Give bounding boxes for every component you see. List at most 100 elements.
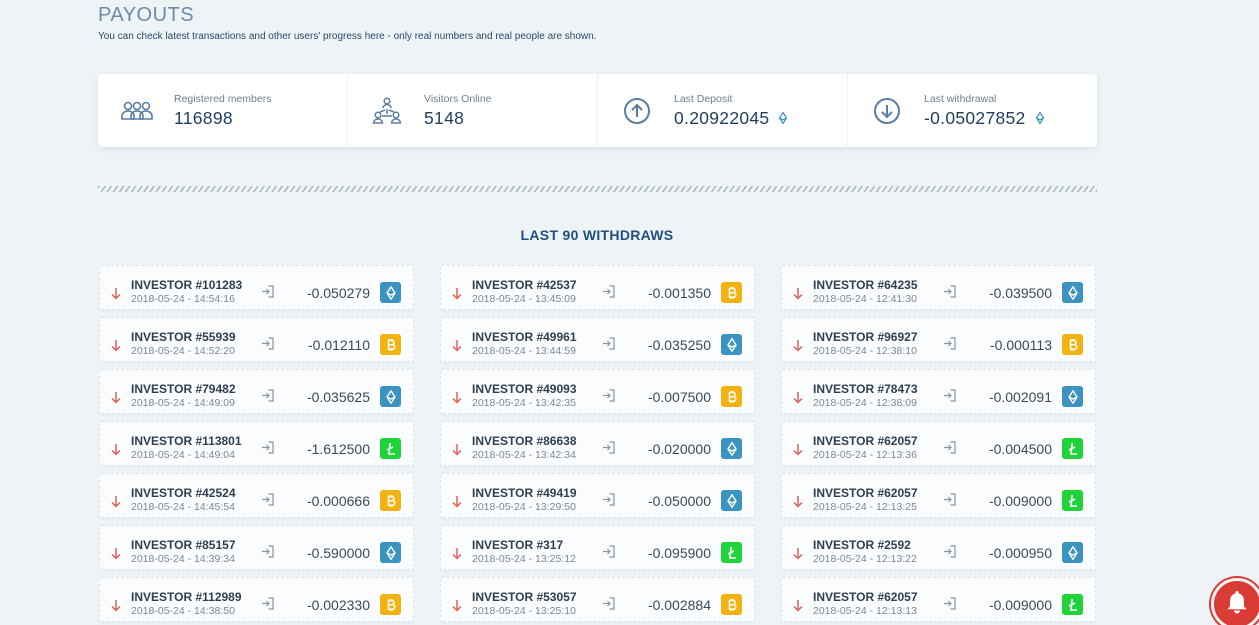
- withdraw-amount: -0.002884: [647, 597, 711, 613]
- withdraw-date: 2018-05-24 - 14:49:04: [131, 449, 235, 461]
- withdraw-amount: -0.007500: [647, 389, 711, 405]
- stat-last-deposit: Last Deposit 0.20922045: [598, 74, 848, 147]
- withdraw-date: 2018-05-24 - 12:13:25: [813, 501, 917, 513]
- investor-name: INVESTOR #64235: [813, 278, 918, 292]
- withdraw-row: INVESTOR #55939 2018-05-24 - 14:52:20 -0.0…: [99, 317, 414, 362]
- login-icon: [261, 493, 274, 506]
- withdraw-date: 2018-05-24 - 12:13:36: [813, 449, 917, 461]
- login-icon: [943, 493, 956, 506]
- login-icon: [602, 337, 615, 350]
- withdraw-amount: -0.009000: [988, 597, 1052, 613]
- withdraw-date: 2018-05-24 - 13:42:35: [472, 397, 576, 409]
- withdraw-amount: -1.612500: [306, 441, 370, 457]
- arrow-down-icon: [111, 495, 121, 508]
- withdraw-row: INVESTOR #112989 2018-05-24 - 14:38:50 -0.…: [99, 577, 414, 622]
- arrow-down-icon: [452, 599, 462, 612]
- withdraw-date: 2018-05-24 - 13:25:12: [472, 553, 576, 565]
- withdraw-row: INVESTOR #42537 2018-05-24 - 13:45:09 -0.0…: [440, 265, 755, 310]
- withdraw-date: 2018-05-24 - 14:54:16: [131, 293, 235, 305]
- investor-name: INVESTOR #78473: [813, 382, 918, 396]
- withdraw-date: 2018-05-24 - 12:38:09: [813, 397, 917, 409]
- ltc-coin-icon: [1062, 490, 1083, 511]
- ltc-coin-icon: [1062, 438, 1083, 459]
- investor-name: INVESTOR #113801: [131, 434, 242, 448]
- withdraw-amount: -0.012110: [307, 337, 370, 353]
- arrow-down-icon: [793, 287, 803, 300]
- withdraw-row: INVESTOR #113801 2018-05-24 - 14:49:04 -1.…: [99, 421, 414, 466]
- login-icon: [943, 337, 956, 350]
- investor-name: INVESTOR #49419: [472, 486, 577, 500]
- stat-visitors-online: Visitors Online 5148: [348, 74, 598, 147]
- btc-coin-icon: [721, 282, 742, 303]
- ltc-coin-icon: [380, 438, 401, 459]
- investor-name: INVESTOR #2592: [813, 538, 911, 552]
- withdraw-amount: -0.095900: [647, 545, 711, 561]
- arrow-down-icon: [111, 287, 121, 300]
- withdraw-date: 2018-05-24 - 14:52:20: [131, 345, 235, 357]
- login-icon: [943, 389, 956, 402]
- eth-coin-icon: [380, 542, 401, 563]
- withdraw-date: 2018-05-24 - 13:25:10: [472, 605, 576, 617]
- investor-name: INVESTOR #42537: [472, 278, 577, 292]
- withdraw-row: INVESTOR #64235 2018-05-24 - 12:41:30 -0.0…: [781, 265, 1096, 310]
- eth-coin-icon: [1062, 542, 1083, 563]
- investor-name: INVESTOR #85157: [131, 538, 236, 552]
- withdraw-row: INVESTOR #42524 2018-05-24 - 14:45:54 -0.0…: [99, 473, 414, 518]
- arrow-down-icon: [452, 547, 462, 560]
- withdraw-row: INVESTOR #317 2018-05-24 - 13:25:12 -0.095…: [440, 525, 755, 570]
- investor-name: INVESTOR #42524: [131, 486, 236, 500]
- stat-value: 0.20922045: [674, 108, 788, 129]
- stat-label: Last withdrawal: [924, 92, 997, 105]
- arrow-down-icon: [111, 547, 121, 560]
- withdraw-amount: -0.009000: [988, 493, 1052, 509]
- investor-name: INVESTOR #86638: [472, 434, 577, 448]
- eth-coin-icon: [721, 334, 742, 355]
- withdraws-column-2: INVESTOR #42537 2018-05-24 - 13:45:09 -0.0…: [440, 265, 755, 625]
- eth-coin-icon: [1062, 386, 1083, 407]
- investor-name: INVESTOR #55939: [131, 330, 236, 344]
- arrow-down-icon: [793, 339, 803, 352]
- arrow-down-circle-icon: [870, 94, 904, 128]
- notification-bell-button[interactable]: [1211, 578, 1259, 625]
- withdraw-row: INVESTOR #96927 2018-05-24 - 12:38:10 -0.0…: [781, 317, 1096, 362]
- stats-panel: Registered members 116898 Visitors Onlin…: [98, 74, 1097, 147]
- eth-coin-icon: [721, 438, 742, 459]
- login-icon: [943, 285, 956, 298]
- arrow-down-icon: [793, 391, 803, 404]
- login-icon: [261, 545, 274, 558]
- login-icon: [261, 597, 274, 610]
- withdraw-row: INVESTOR #49093 2018-05-24 - 13:42:35 -0.0…: [440, 369, 755, 414]
- network-icon: [370, 94, 404, 128]
- arrow-down-icon: [452, 287, 462, 300]
- withdraw-row: INVESTOR #62057 2018-05-24 - 12:13:36 -0.0…: [781, 421, 1096, 466]
- arrow-down-icon: [111, 339, 121, 352]
- login-icon: [602, 597, 615, 610]
- withdraw-amount: -0.035250: [647, 337, 711, 353]
- arrow-down-icon: [793, 547, 803, 560]
- withdraw-date: 2018-05-24 - 12:41:30: [813, 293, 917, 305]
- withdraws-title: LAST 90 WITHDRAWS: [520, 227, 674, 243]
- page-subtitle: You can check latest transactions and ot…: [98, 31, 597, 42]
- withdraw-row: INVESTOR #79482 2018-05-24 - 14:49:09 -0.0…: [99, 369, 414, 414]
- withdraws-column-3: INVESTOR #64235 2018-05-24 - 12:41:30 -0.0…: [781, 265, 1096, 625]
- investor-name: INVESTOR #62057: [813, 434, 918, 448]
- members-icon: [120, 94, 154, 128]
- ltc-coin-icon: [1062, 594, 1083, 615]
- withdraw-row: INVESTOR #2592 2018-05-24 - 12:13:22 -0.00…: [781, 525, 1096, 570]
- eth-icon: [1035, 112, 1044, 124]
- withdraw-amount: -0.004500: [988, 441, 1052, 457]
- stat-value: 5148: [424, 107, 465, 128]
- login-icon: [602, 441, 615, 454]
- login-icon: [602, 545, 615, 558]
- stat-value: -0.05027852: [924, 108, 1044, 129]
- withdraw-date: 2018-05-24 - 14:45:54: [131, 501, 235, 513]
- withdraw-row: INVESTOR #78473 2018-05-24 - 12:38:09 -0.0…: [781, 369, 1096, 414]
- btc-coin-icon: [1062, 334, 1083, 355]
- investor-name: INVESTOR #101283: [131, 278, 243, 292]
- investor-name: INVESTOR #112989: [131, 590, 242, 604]
- eth-coin-icon: [380, 386, 401, 407]
- login-icon: [943, 441, 956, 454]
- arrow-down-icon: [793, 443, 803, 456]
- withdraw-date: 2018-05-24 - 13:29:50: [472, 501, 576, 513]
- withdraw-amount: -0.050000: [647, 493, 711, 509]
